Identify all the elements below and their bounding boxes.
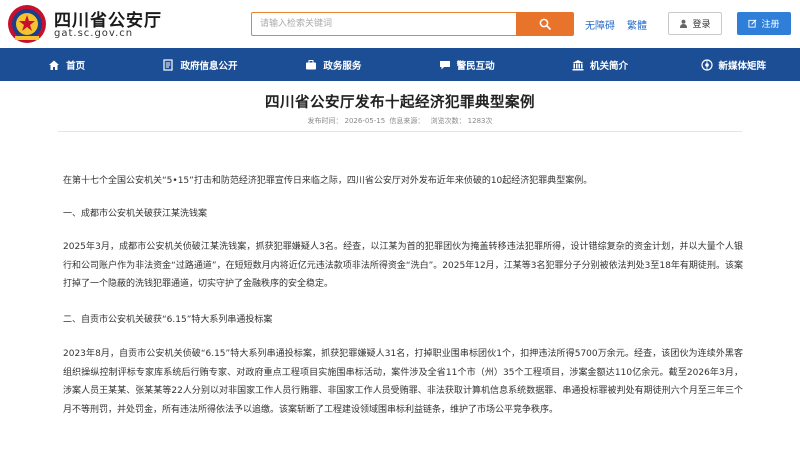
publish-label: 发布时间： [307, 117, 343, 125]
section-heading: 二、自贡市公安机关破获“6.15”特大系列串通投标案 [63, 315, 273, 325]
search-button[interactable] [516, 12, 574, 36]
divider [58, 131, 742, 132]
nav-label: 政府信息公开 [180, 60, 238, 72]
register-button[interactable]: 注册 [737, 12, 791, 35]
section-paragraph: 2023年8月，自贡市公安机关侦破“6.15”特大系列串通投标案，抓获犯罪嫌疑人… [63, 349, 743, 415]
nav-item-services[interactable]: 政务服务 [267, 48, 400, 81]
login-button[interactable]: 登录 [668, 12, 722, 35]
views-label: 浏览次数： [430, 117, 466, 125]
site-domain: gat.sc.gov.cn [54, 28, 134, 39]
accessibility-link[interactable]: 无障碍 [585, 17, 615, 32]
views-count: 1283次 [467, 117, 493, 125]
traditional-chinese-link[interactable]: 繁體 [627, 17, 647, 32]
nav-label: 首页 [66, 60, 86, 72]
nav-label: 警民互动 [456, 60, 495, 72]
login-label: 登录 [692, 20, 711, 30]
user-icon [680, 19, 688, 28]
section-heading: 一、成都市公安机关破获江某洗钱案 [63, 209, 208, 219]
publish-date: 2026-05-15 [344, 117, 386, 125]
search-icon [539, 18, 551, 30]
article-title: 四川省公安厅发布十起经济犯罪典型案例 [265, 95, 535, 111]
source-label: 信息来源： [389, 117, 425, 125]
nav-item-gov-info[interactable]: 政府信息公开 [133, 48, 266, 81]
nav-label: 政务服务 [323, 60, 362, 72]
network-icon [700, 58, 713, 71]
article-meta: 发布时间： 2026-05-15 信息来源： 浏览次数： 1283次 [0, 116, 800, 126]
police-emblem-icon[interactable] [6, 3, 48, 45]
site-header: 四川省公安厅 gat.sc.gov.cn 无障碍 繁體 登录 注册 [0, 0, 800, 48]
article-intro: 在第十七个全国公安机关“5•15”打击和防范经济犯罪宣传日来临之际，四川省公安厅… [63, 176, 593, 186]
chat-icon [439, 60, 450, 69]
main-nav: 首页 政府信息公开 政务服务 警民互动 机关简介 新媒体矩阵 [0, 48, 800, 81]
briefcase-icon [306, 59, 317, 69]
search-input[interactable] [251, 12, 517, 36]
nav-item-about[interactable]: 机关简介 [533, 48, 666, 81]
home-icon [49, 60, 60, 70]
document-icon [163, 58, 174, 71]
section-paragraph: 2025年3月，成都市公安机关侦破江某洗钱案，抓获犯罪嫌疑人3名。经查，以江某为… [63, 242, 743, 289]
nav-item-home[interactable]: 首页 [0, 48, 133, 81]
nav-item-interaction[interactable]: 警民互动 [400, 48, 533, 81]
edit-icon [748, 19, 757, 28]
nav-item-new-media[interactable]: 新媒体矩阵 [667, 48, 800, 81]
nav-label: 新媒体矩阵 [718, 60, 767, 72]
register-label: 注册 [761, 20, 780, 30]
building-icon [572, 59, 584, 70]
nav-label: 机关简介 [589, 60, 628, 72]
